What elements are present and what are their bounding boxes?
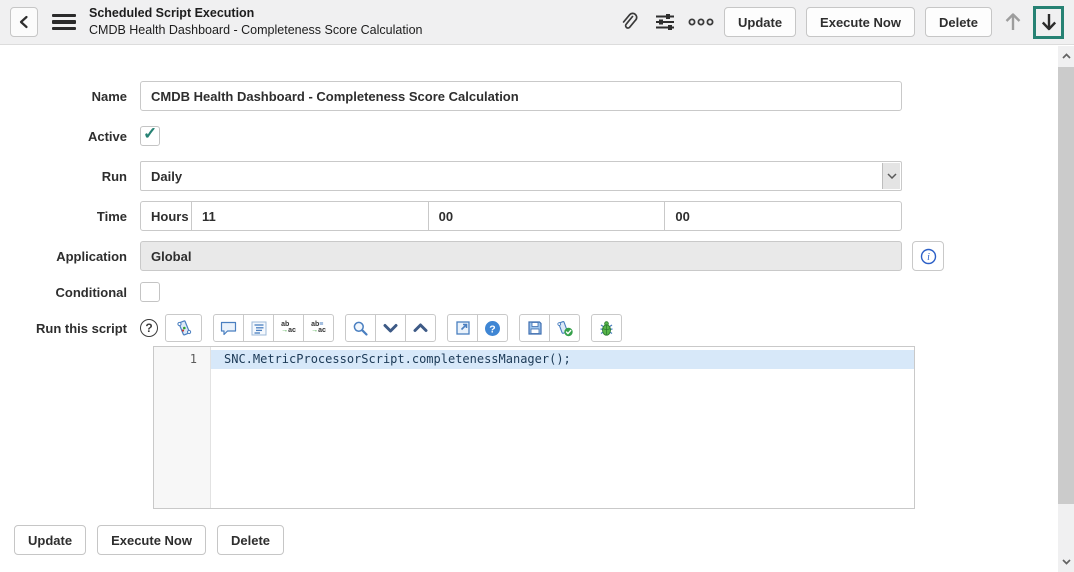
application-field-row: Application Global i — [0, 241, 1058, 271]
page-title: Scheduled Script Execution — [89, 6, 255, 21]
footer-button-bar: Update Execute Now Delete — [14, 525, 1058, 555]
name-label: Name — [91, 88, 127, 104]
name-field-row: Name — [0, 81, 1058, 111]
toggle-comment-icon[interactable] — [213, 314, 244, 342]
record-title-block: Scheduled Script Execution CMDB Health D… — [89, 5, 422, 39]
application-info-button[interactable]: i — [912, 241, 944, 271]
application-value: Global — [151, 248, 192, 264]
time-seconds-input[interactable] — [665, 201, 903, 231]
time-label: Time — [96, 208, 127, 224]
back-button[interactable] — [10, 7, 38, 37]
scheduled-script-execution-page: Scheduled Script Execution CMDB Health D… — [0, 0, 1074, 572]
name-input[interactable] — [140, 81, 902, 111]
svg-text:?: ? — [489, 323, 495, 335]
conditional-label: Conditional — [55, 284, 128, 300]
active-label: Active — [87, 128, 127, 144]
context-menu-icon[interactable] — [52, 13, 76, 31]
more-options-icon[interactable] — [688, 9, 714, 35]
time-hours-input[interactable] — [192, 201, 429, 231]
search-icon[interactable] — [345, 314, 376, 342]
conditional-field-row: Conditional — [0, 281, 1058, 303]
footer-update-button[interactable]: Update — [14, 525, 87, 555]
run-this-script-label: Run this script — [35, 320, 127, 336]
application-label: Application — [56, 248, 127, 264]
save-icon[interactable] — [519, 314, 550, 342]
personalize-form-icon[interactable] — [652, 9, 678, 35]
time-field-row: Time Hours — [0, 201, 1058, 231]
editor-help-icon[interactable]: ? — [477, 314, 508, 342]
debug-icon[interactable] — [591, 314, 622, 342]
run-select-value: Daily — [151, 168, 183, 184]
code-line-1: SNC.MetricProcessorScript.completenessMa… — [211, 350, 914, 369]
svg-text:i: i — [927, 252, 930, 263]
script-code-editor[interactable]: 1 SNC.MetricProcessorScript.completeness… — [153, 346, 915, 509]
run-label: Run — [101, 168, 127, 184]
time-minutes-input[interactable] — [428, 201, 666, 231]
info-icon: i — [920, 248, 936, 264]
editor-code-area[interactable]: SNC.MetricProcessorScript.completenessMa… — [211, 347, 914, 508]
attachment-icon[interactable] — [616, 9, 642, 35]
active-field-row: Active — [0, 121, 1058, 151]
scroll-down-icon[interactable] — [1058, 554, 1074, 570]
select-chevron-icon — [882, 163, 900, 189]
syntax-check-icon[interactable] — [549, 314, 580, 342]
field-help-icon[interactable]: ? — [140, 319, 158, 337]
line-number: 1 — [189, 352, 197, 366]
conditional-checkbox[interactable] — [140, 282, 160, 302]
header-update-button[interactable]: Update — [723, 7, 797, 37]
replace-icon[interactable]: ab →ac — [273, 314, 304, 342]
open-in-window-icon[interactable] — [447, 314, 478, 342]
footer-delete-button[interactable]: Delete — [216, 525, 285, 555]
find-next-icon[interactable] — [375, 314, 406, 342]
editor-line-number-gutter: 1 — [154, 347, 211, 508]
time-unit-label: Hours — [140, 201, 192, 231]
record-subtitle: CMDB Health Dashboard - Completeness Sco… — [89, 23, 423, 37]
format-code-icon[interactable] — [243, 314, 274, 342]
form-header-bar: Scheduled Script Execution CMDB Health D… — [0, 0, 1074, 45]
application-readonly-field: Global — [140, 241, 902, 271]
next-record-icon[interactable] — [1033, 5, 1064, 39]
vertical-scrollbar[interactable] — [1058, 46, 1074, 572]
replace-all-icon[interactable]: ab≡ →ac — [303, 314, 334, 342]
scroll-up-icon[interactable] — [1058, 48, 1074, 64]
back-chevron-icon — [19, 15, 28, 29]
find-previous-icon[interactable] — [405, 314, 436, 342]
form-content: Name Active Run Daily — [0, 46, 1058, 572]
header-delete-button[interactable]: Delete — [924, 7, 992, 37]
footer-execute-now-button[interactable]: Execute Now — [97, 525, 206, 555]
syntax-editor-toggle-icon[interactable] — [165, 314, 202, 342]
run-select[interactable]: Daily — [140, 161, 902, 191]
active-checkbox[interactable] — [140, 124, 160, 146]
script-toolbar-row: Run this script ? ab →ac ab≡ →ac ? — [0, 313, 1058, 343]
run-field-row: Run Daily — [0, 161, 1058, 191]
previous-record-icon[interactable] — [1000, 7, 1026, 37]
header-execute-now-button[interactable]: Execute Now — [806, 7, 915, 37]
scrollbar-thumb[interactable] — [1058, 67, 1074, 504]
